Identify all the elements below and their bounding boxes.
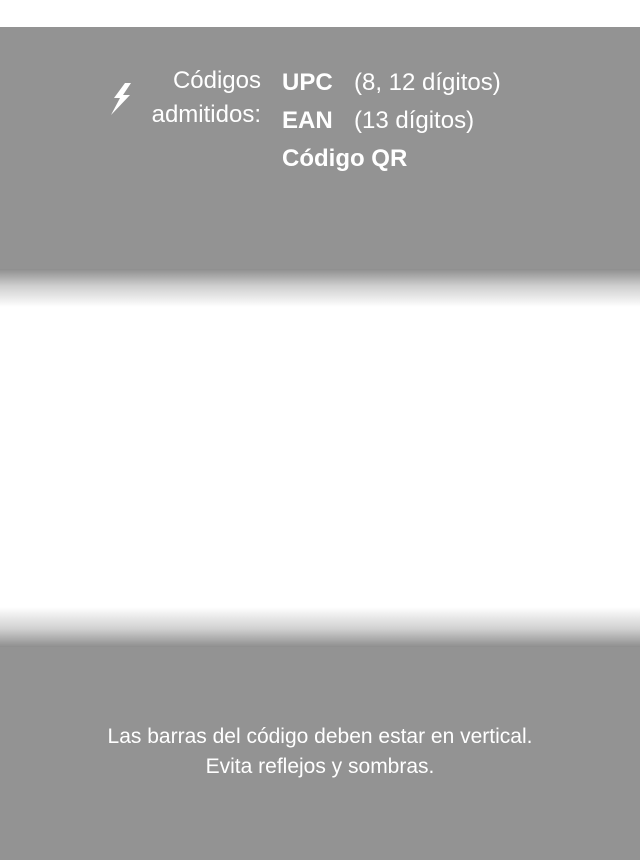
code-detail: (8, 12 dígitos) [354, 69, 501, 96]
code-name: Código QR [282, 145, 408, 172]
barcode-scanner-screen: Códigos admitidos: UPC (8, 12 dígitos) E… [0, 0, 640, 860]
code-detail: (13 dígitos) [354, 107, 475, 134]
supported-codes-label-line1: Códigos [172, 67, 261, 94]
scan-viewfinder [0, 307, 640, 607]
supported-codes-label-line2: admitidos: [151, 101, 261, 128]
supported-codes-label: Códigos admitidos: [132, 64, 261, 132]
supported-codes-list: UPC (8, 12 dígitos) EAN (13 dígitos) Cód… [282, 64, 501, 178]
instruction-line-2: Evita reflejos y sombras. [205, 755, 435, 778]
code-item-ean: EAN (13 dígitos) [282, 102, 501, 140]
code-name: EAN [282, 107, 333, 134]
bottom-shadow-gradient [0, 607, 640, 647]
code-name: UPC [282, 69, 333, 96]
code-item-upc: UPC (8, 12 dígitos) [282, 64, 501, 102]
code-item-qr: Código QR [282, 140, 501, 178]
top-shadow-gradient [0, 269, 640, 307]
scan-instructions: Las barras del código deben estar en ver… [0, 722, 640, 782]
instruction-line-1: Las barras del código deben estar en ver… [107, 725, 533, 748]
